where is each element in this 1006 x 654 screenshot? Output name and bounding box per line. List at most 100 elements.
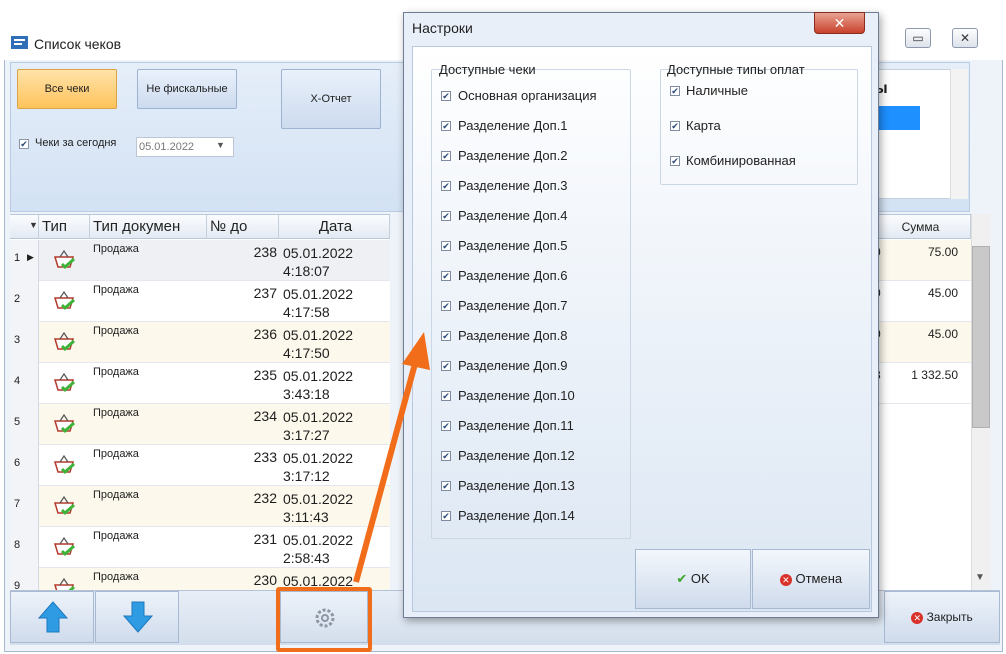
receipt-checkbox[interactable]: ✔: [441, 91, 451, 101]
doc-type: Продажа: [93, 366, 139, 378]
payment-checkbox-label: Карта: [686, 118, 721, 133]
table-row[interactable]: 5 Продажа 234 05.01.2022 3:17:27: [10, 404, 390, 445]
receipt-checkbox[interactable]: ✔: [441, 511, 451, 521]
receipt-date-time: 3:17:27: [283, 427, 330, 443]
receipt-checkbox[interactable]: ✔: [441, 331, 451, 341]
receipt-date-time: 4:17:50: [283, 345, 330, 361]
cancel-icon: ✕: [911, 611, 924, 624]
all-receipts-button[interactable]: Все чеки: [17, 69, 117, 109]
row-number: 4: [10, 363, 39, 404]
receipt-basket-icon: [53, 413, 75, 434]
table-row[interactable]: 6 Продажа 233 05.01.2022 3:17:12: [10, 445, 390, 486]
move-up-button[interactable]: [10, 591, 94, 643]
receipt-checkbox[interactable]: ✔: [441, 121, 451, 131]
receipt-checkbox-label: Разделение Доп.10: [458, 388, 575, 403]
row-number: 3: [10, 322, 39, 363]
receipt-date-time: 3:17:12: [283, 468, 330, 484]
current-row-icon: ▶: [27, 252, 34, 262]
receipt-checkbox[interactable]: ✔: [441, 391, 451, 401]
receipt-checkbox[interactable]: ✔: [441, 301, 451, 311]
cancel-button-label: Отмена: [795, 571, 843, 586]
payment-checkbox-label: Наличные: [686, 83, 748, 98]
header-type[interactable]: Тип: [39, 215, 90, 239]
close-button[interactable]: ✕ Закрыть: [884, 591, 1000, 643]
receipt-date-day: 05.01.2022: [283, 286, 354, 302]
dialog-close-button[interactable]: ✕: [814, 12, 865, 34]
today-checkbox[interactable]: ✔: [19, 139, 29, 149]
date-value: 05.01.2022: [139, 141, 195, 153]
sum-value: 45.00: [927, 327, 958, 341]
receipt-checkbox[interactable]: ✔: [441, 451, 451, 461]
row-number: 2: [10, 281, 39, 322]
receipt-checkbox[interactable]: ✔: [441, 271, 451, 281]
row-number: 5: [10, 404, 39, 445]
receipt-checkbox-label: Разделение Доп.5: [458, 238, 568, 253]
table-row[interactable]: 8 Продажа 231 05.01.2022 2:58:43: [10, 527, 390, 568]
receipt-number: 233: [253, 449, 277, 465]
payments-group-title: Доступные типы оплат: [667, 62, 805, 77]
table-row[interactable]: 2 Продажа 237 05.01.2022 4:17:58: [10, 281, 390, 322]
header-number[interactable]: № до: [207, 215, 279, 239]
receipt-checkbox-label: Разделение Доп.2: [458, 148, 568, 163]
header-sum[interactable]: Сумма: [868, 215, 971, 239]
doc-type: Продажа: [93, 489, 139, 501]
receipt-basket-icon: [53, 331, 75, 352]
table-row[interactable]: 4 Продажа 235 05.01.2022 3:43:18: [10, 363, 390, 404]
receipt-basket-icon: [53, 536, 75, 557]
x-report-button[interactable]: X-Отчет: [281, 69, 381, 129]
ok-button[interactable]: ✔ OK: [635, 549, 751, 609]
sum-value: 45.00: [927, 286, 958, 300]
receipt-checkbox-label: Разделение Доп.7: [458, 298, 568, 313]
receipt-checkbox-label: Разделение Доп.14: [458, 508, 575, 523]
receipt-checkbox-label: Разделение Доп.12: [458, 448, 575, 463]
non-fiscal-button[interactable]: Не фискальные: [137, 69, 237, 109]
scroll-down-icon[interactable]: ▼: [975, 572, 985, 583]
receipt-number: 238: [253, 244, 277, 260]
sort-arrow-icon: ▼: [29, 220, 38, 230]
payment-checkbox[interactable]: ✔: [670, 86, 680, 96]
receipt-number: 232: [253, 490, 277, 506]
cancel-icon: ✕: [779, 573, 792, 586]
receipt-checkbox[interactable]: ✔: [441, 211, 451, 221]
table-row[interactable]: 7 Продажа 232 05.01.2022 3:11:43: [10, 486, 390, 527]
close-window-button[interactable]: ✕: [952, 28, 978, 48]
header-type-label: Тип: [42, 218, 68, 235]
scrollbar-thumb[interactable]: [972, 246, 990, 428]
move-down-button[interactable]: [95, 591, 179, 643]
receipt-checkbox[interactable]: ✔: [441, 241, 451, 251]
receipt-date-time: 2:58:43: [283, 550, 330, 566]
receipts-group-title: Доступные чеки: [439, 62, 536, 77]
receipt-basket-icon: [53, 454, 75, 475]
row-number: 7: [10, 486, 39, 527]
right-list-scrollbar[interactable]: [950, 69, 968, 199]
receipt-date-time: 3:43:18: [283, 386, 330, 402]
receipt-number: 230: [253, 572, 277, 588]
header-doc-type-label: Тип докумен: [93, 218, 181, 235]
receipt-checkbox[interactable]: ✔: [441, 421, 451, 431]
doc-type: Продажа: [93, 243, 139, 255]
receipt-basket-icon: [53, 372, 75, 393]
row-number: 1: [10, 240, 39, 281]
header-doc-type[interactable]: Тип докумен: [90, 215, 207, 239]
receipt-checkbox-label: Разделение Доп.1: [458, 118, 568, 133]
header-date[interactable]: Дата: [279, 215, 390, 239]
restore-button[interactable]: ▭: [905, 28, 931, 48]
receipt-checkbox[interactable]: ✔: [441, 481, 451, 491]
receipt-checkbox-label: Разделение Доп.8: [458, 328, 568, 343]
receipt-checkbox[interactable]: ✔: [441, 361, 451, 371]
payment-checkbox[interactable]: ✔: [670, 156, 680, 166]
dialog-title: Настроки: [412, 20, 473, 36]
payment-checkbox[interactable]: ✔: [670, 121, 680, 131]
receipt-checkbox[interactable]: ✔: [441, 181, 451, 191]
receipt-checkbox[interactable]: ✔: [441, 151, 451, 161]
cancel-button[interactable]: ✕ Отмена: [752, 549, 870, 609]
receipt-number: 237: [253, 285, 277, 301]
close-button-label: Закрыть: [926, 610, 973, 624]
receipt-checkbox-label: Основная организация: [458, 88, 597, 103]
chevron-down-icon[interactable]: ▼: [216, 140, 225, 150]
receipt-number: 236: [253, 326, 277, 342]
doc-type: Продажа: [93, 571, 139, 583]
table-row[interactable]: 3 Продажа 236 05.01.2022 4:17:50: [10, 322, 390, 363]
table-row[interactable]: 1 ▶ Продажа 238 05.01.2022 4:18:07: [10, 240, 390, 281]
header-number-label: № до: [210, 218, 248, 235]
